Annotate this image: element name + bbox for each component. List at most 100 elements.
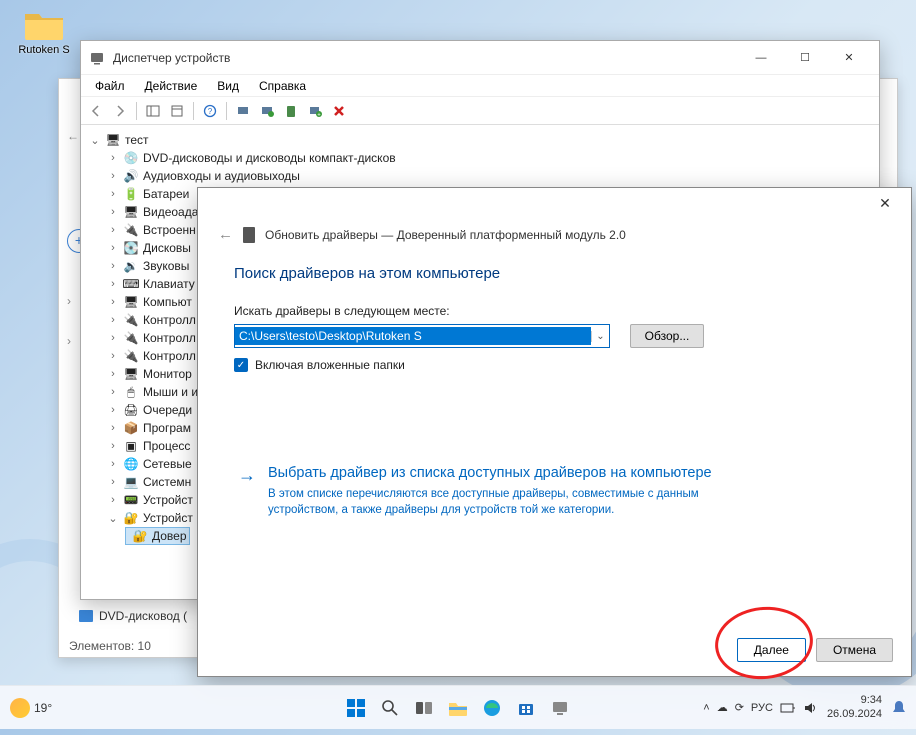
expand-icon[interactable]: › — [107, 278, 119, 290]
weather-temp: 19° — [34, 701, 52, 715]
scan-icon[interactable] — [232, 100, 254, 122]
expand-icon[interactable]: › — [107, 332, 119, 344]
update-icon[interactable] — [256, 100, 278, 122]
dropdown-icon[interactable]: ⌄ — [591, 331, 609, 342]
onedrive-icon[interactable]: ☁ — [717, 701, 728, 714]
toolbar-separator — [226, 102, 227, 120]
forward-icon[interactable] — [109, 100, 131, 122]
expand-icon[interactable]: › — [107, 260, 119, 272]
taskbar-weather[interactable]: 19° — [10, 698, 52, 718]
titlebar[interactable]: Диспетчер устройств — ☐ ✕ — [81, 41, 879, 75]
system-tray[interactable]: ˄ ☁ ⟳ РУС — [703, 701, 817, 715]
driver-path-input[interactable] — [235, 327, 591, 345]
show-hide-icon[interactable] — [142, 100, 164, 122]
add-icon[interactable]: + — [304, 100, 326, 122]
minimize-button[interactable]: — — [739, 43, 783, 73]
browse-button[interactable]: Обзор... — [630, 324, 704, 348]
expand-icon[interactable]: › — [107, 152, 119, 164]
uninstall-icon[interactable] — [328, 100, 350, 122]
tpm-chip-icon — [243, 227, 255, 243]
expand-icon[interactable]: ⌄ — [107, 512, 119, 525]
tree-root[interactable]: ⌄🖥тест — [85, 131, 875, 149]
menu-view[interactable]: Вид — [209, 77, 247, 95]
weather-icon — [10, 698, 30, 718]
explorer-back-icon[interactable]: ← — [67, 129, 79, 143]
computer-icon: 🖥 — [105, 132, 121, 148]
device-category-icon: 💻 — [123, 474, 139, 490]
explorer-app-icon[interactable] — [444, 694, 472, 722]
expand-icon[interactable]: › — [107, 242, 119, 254]
tree-node[interactable]: ›💿DVD-дисководы и дисководы компакт-диск… — [85, 149, 875, 167]
expand-icon[interactable]: › — [107, 458, 119, 470]
volume-icon[interactable] — [803, 701, 817, 715]
next-button[interactable]: Далее — [737, 638, 806, 662]
expand-icon[interactable]: › — [107, 404, 119, 416]
cancel-button[interactable]: Отмена — [816, 638, 893, 662]
taskbar-right: ˄ ☁ ⟳ РУС 9:34 26.09.2024 — [703, 694, 906, 720]
sync-icon[interactable]: ⟳ — [735, 701, 744, 714]
collapse-icon[interactable]: ⌄ — [89, 134, 101, 147]
device-category-icon: 🌐 — [123, 456, 139, 472]
enable-icon[interactable] — [280, 100, 302, 122]
expand-icon[interactable]: › — [107, 440, 119, 452]
toolbar: ? + — [81, 97, 879, 125]
explorer-nav-item[interactable]: DVD-дисковод ( — [79, 609, 187, 623]
taskbar: 19° ˄ ☁ ⟳ РУС 9:34 26.09.2024 — [0, 685, 916, 729]
path-label: Искать драйверы в следующем месте: — [234, 304, 875, 318]
expand-icon[interactable]: › — [107, 206, 119, 218]
taskview-button[interactable] — [410, 694, 438, 722]
edge-app-icon[interactable] — [478, 694, 506, 722]
taskbar-clock[interactable]: 9:34 26.09.2024 — [827, 694, 882, 720]
back-icon[interactable] — [85, 100, 107, 122]
devmgr-app-icon — [89, 50, 105, 66]
window-title: Диспетчер устройств — [113, 51, 739, 65]
menu-action[interactable]: Действие — [137, 77, 206, 95]
desktop-folder-rutoken[interactable]: Rutoken S — [14, 8, 74, 56]
device-category-icon: 🔌 — [123, 330, 139, 346]
expand-icon[interactable]: › — [107, 368, 119, 380]
search-button[interactable] — [376, 694, 404, 722]
device-category-icon: ⌨ — [123, 276, 139, 292]
checkbox-checked-icon: ✓ — [234, 358, 248, 372]
menu-file[interactable]: Файл — [87, 77, 133, 95]
chevron-up-icon[interactable]: ˄ — [703, 702, 709, 714]
driver-path-combobox[interactable]: ⌄ — [234, 324, 610, 348]
prop-icon[interactable] — [166, 100, 188, 122]
expand-icon[interactable]: › — [107, 224, 119, 236]
clock-time: 9:34 — [827, 694, 882, 707]
expand-icon[interactable]: › — [107, 350, 119, 362]
expand-icon[interactable]: › — [107, 170, 119, 182]
help-icon[interactable]: ? — [199, 100, 221, 122]
device-category-icon: 🔋 — [123, 186, 139, 202]
taskbar-center — [342, 694, 574, 722]
devmgr-taskbar-icon[interactable] — [546, 694, 574, 722]
menu-help[interactable]: Справка — [251, 77, 314, 95]
menubar: Файл Действие Вид Справка — [81, 75, 879, 97]
expand-icon[interactable]: › — [107, 476, 119, 488]
expand-icon[interactable]: › — [107, 296, 119, 308]
explorer-chevron-icon[interactable]: › — [67, 334, 71, 348]
network-icon[interactable] — [780, 701, 796, 715]
expand-icon[interactable]: › — [107, 314, 119, 326]
expand-icon[interactable]: › — [107, 386, 119, 398]
include-subfolders-checkbox[interactable]: ✓ Включая вложенные папки — [234, 358, 875, 372]
update-driver-dialog: ✕ ← Обновить драйверы — Доверенный платф… — [197, 187, 912, 677]
dialog-back-icon[interactable]: ← — [218, 226, 233, 243]
tree-node[interactable]: ›🔊Аудиовходы и аудиовыходы — [85, 167, 875, 185]
explorer-chevron-icon[interactable]: › — [67, 294, 71, 308]
device-category-icon: 💽 — [123, 240, 139, 256]
checkbox-label: Включая вложенные папки — [255, 358, 405, 372]
device-category-icon: 🔌 — [123, 312, 139, 328]
device-category-icon: 🖥 — [123, 294, 139, 310]
dialog-close-button[interactable]: ✕ — [865, 190, 905, 216]
maximize-button[interactable]: ☐ — [783, 43, 827, 73]
notifications-icon[interactable] — [892, 700, 906, 716]
expand-icon[interactable]: › — [107, 422, 119, 434]
close-button[interactable]: ✕ — [827, 43, 871, 73]
store-app-icon[interactable] — [512, 694, 540, 722]
expand-icon[interactable]: › — [107, 188, 119, 200]
pick-from-list-option[interactable]: → Выбрать драйвер из списка доступных др… — [234, 460, 875, 522]
language-indicator[interactable]: РУС — [751, 702, 773, 714]
start-button[interactable] — [342, 694, 370, 722]
expand-icon[interactable]: › — [107, 494, 119, 506]
